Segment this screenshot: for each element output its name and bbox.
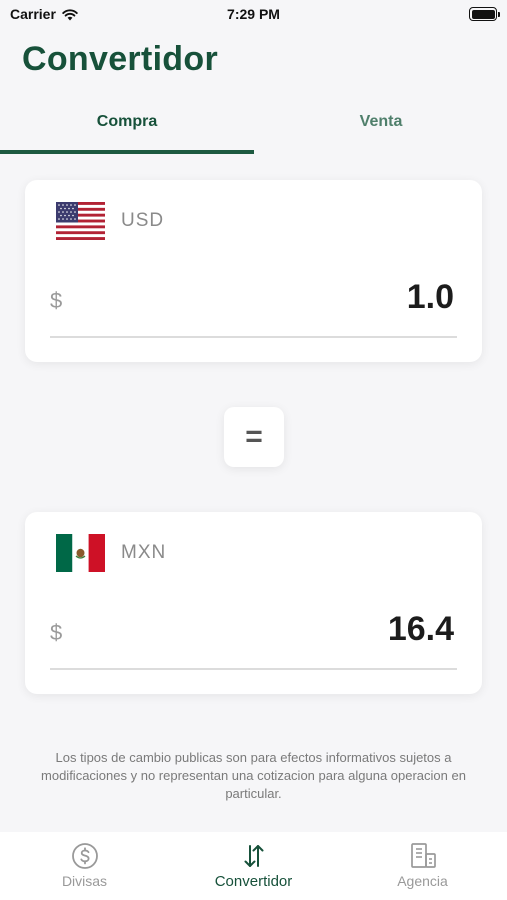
from-currency-card: USD $ 1.0 (25, 180, 482, 362)
to-currency-card: MXN $ 16.4 (25, 512, 482, 694)
battery-icon (469, 7, 500, 21)
to-amount-value[interactable]: 16.4 (388, 610, 454, 649)
dollar-circle-icon (71, 843, 98, 869)
tabbar-label-divisas: Divisas (61, 873, 108, 889)
tab-selected-indicator (0, 150, 254, 154)
from-amount-underline (50, 336, 457, 338)
to-currency-code[interactable]: MXN (121, 542, 166, 564)
from-currency-symbol: $ (50, 288, 63, 313)
tabbar-label-convertidor: Convertidor (214, 873, 293, 890)
segmented-tabs: Compra Venta (0, 106, 507, 156)
to-currency-symbol: $ (50, 620, 63, 645)
building-icon (410, 843, 436, 868)
us-flag-icon[interactable] (56, 202, 105, 240)
status-bar: Carrier 7:29 PM (0, 0, 507, 30)
tabbar-item-convertidor[interactable]: Convertidor (169, 842, 338, 890)
bottom-tab-bar: Divisas Convertidor Agencia (0, 832, 507, 900)
tabbar-item-agencia[interactable]: Agencia (338, 842, 507, 889)
swap-arrows-icon (244, 845, 263, 867)
status-time: 7:29 PM (227, 6, 280, 22)
from-amount-input[interactable]: 1.0 (407, 278, 454, 317)
tabbar-item-divisas[interactable]: Divisas (0, 842, 169, 889)
page-title: Convertidor (22, 40, 218, 78)
equals-button[interactable]: = (224, 407, 284, 467)
disclaimer-text: Los tipos de cambio publicas son para ef… (41, 750, 466, 801)
mx-flag-icon[interactable] (56, 534, 105, 572)
to-amount-underline (50, 668, 457, 670)
tab-compra[interactable]: Compra (0, 106, 254, 138)
equals-icon: = (245, 420, 263, 453)
tabbar-label-agencia: Agencia (397, 873, 448, 889)
tab-venta[interactable]: Venta (254, 106, 507, 138)
from-currency-code[interactable]: USD (121, 210, 164, 232)
